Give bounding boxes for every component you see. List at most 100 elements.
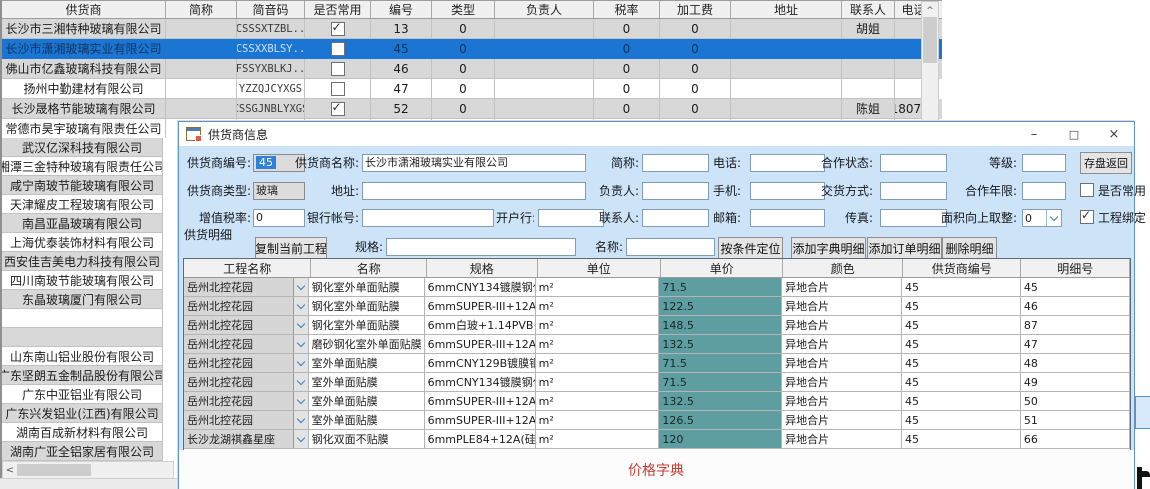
- cell-supplier-id[interactable]: 45: [902, 354, 1021, 373]
- list-item[interactable]: 东晶玻璃厦门有限公司: [2, 290, 180, 309]
- cell-supplier-id[interactable]: 45: [902, 297, 1021, 316]
- cell-id[interactable]: 52: [371, 99, 432, 119]
- detail-row[interactable]: 岳州北控花园 室外单面贴膜 6mmCNY134镀膜钢化 m² 71.5 异地合片…: [184, 373, 1130, 392]
- common-use-checkbox-row[interactable]: 是否常用: [1080, 182, 1146, 198]
- cell-color[interactable]: 异地合片: [782, 392, 902, 411]
- cell-unit[interactable]: m²: [536, 411, 660, 430]
- detail-row[interactable]: 岳州北控花园 室外单面贴膜 6mmSUPER-III+12A(硅... m² 1…: [184, 392, 1130, 411]
- cell-supplier-id[interactable]: 45: [902, 278, 1021, 297]
- list-item-label[interactable]: 广东中亚铝业有限公司: [2, 385, 163, 404]
- cell-tax[interactable]: 0: [594, 19, 660, 39]
- common-checkbox[interactable]: [331, 82, 345, 96]
- column-header-price[interactable]: 单价: [661, 259, 783, 277]
- cell-tax[interactable]: 0: [594, 99, 660, 119]
- add-dictionary-detail-button[interactable]: 添加字典明细: [791, 237, 866, 259]
- cell-code[interactable]: YZZQJCYXGS: [237, 79, 305, 99]
- list-item-label[interactable]: 湖南百成新材料有限公司: [2, 423, 163, 442]
- list-item-label[interactable]: [2, 328, 163, 347]
- cell-color[interactable]: 异地合片: [782, 430, 902, 449]
- supplier-row[interactable]: 长沙市三湘特种玻璃有限公司 CSSSXTZBL.. 13 0 0 0 胡姐: [2, 19, 942, 39]
- cell-price[interactable]: 71.5: [659, 354, 782, 373]
- cell-code[interactable]: CSSGJNBLYXGS: [237, 99, 305, 119]
- cell-supplier-id[interactable]: 45: [902, 411, 1021, 430]
- project-combobox[interactable]: 岳州北控花园: [184, 278, 309, 297]
- cell-tax[interactable]: 0: [594, 79, 660, 99]
- cell-supplier[interactable]: 佛山市亿鑫玻璃科技有限公司: [2, 59, 166, 79]
- cell-contact[interactable]: 陈姐: [842, 99, 895, 119]
- cell-short[interactable]: [166, 19, 237, 39]
- cell-supplier-id[interactable]: 45: [902, 392, 1021, 411]
- cell-spec[interactable]: 6mmSUPER-III+12A(硅...: [425, 297, 536, 316]
- maximize-button[interactable]: □: [1054, 122, 1094, 146]
- list-item[interactable]: 广东中亚铝业有限公司: [2, 385, 180, 404]
- cell-supplier-id[interactable]: 45: [902, 373, 1021, 392]
- cell-unit[interactable]: m²: [536, 297, 660, 316]
- cell-spec[interactable]: 6mmCNY134镀膜钢化: [425, 373, 536, 392]
- project-bind-checkbox[interactable]: [1080, 210, 1094, 224]
- list-item[interactable]: 广东坚朗五金制品股份有限公司: [2, 366, 180, 385]
- cell-common[interactable]: [305, 79, 371, 99]
- list-item-label[interactable]: 天津耀皮工程玻璃有限公司: [2, 195, 163, 214]
- list-item-label[interactable]: 广东兴发铝业(江西)有限公司: [2, 404, 163, 423]
- dialog-title-bar[interactable]: 供货商信息 – □ ×: [179, 122, 1134, 146]
- supplier-row[interactable]: 扬州中勤建材有限公司 YZZQJCYXGS 47 0 0 0: [2, 79, 942, 99]
- cell-address[interactable]: [731, 39, 842, 59]
- cell-type[interactable]: 0: [432, 19, 495, 39]
- column-header-supplier-id[interactable]: 供货商编号: [903, 259, 1022, 277]
- area-round-up-combobox[interactable]: 0: [1022, 209, 1062, 227]
- cell-unit[interactable]: m²: [536, 354, 660, 373]
- locate-by-condition-button[interactable]: 按条件定位: [718, 237, 783, 259]
- list-item[interactable]: 四川南玻节能玻璃有限公司: [2, 271, 180, 290]
- spec-filter-input[interactable]: [386, 238, 576, 256]
- cell-price[interactable]: 120: [659, 430, 782, 449]
- scrollbar-thumb[interactable]: [923, 17, 937, 63]
- cell-manager[interactable]: [495, 59, 594, 79]
- cell-code[interactable]: FSSYXBLKJ..: [237, 59, 305, 79]
- column-header-spec[interactable]: 规格: [427, 259, 538, 277]
- column-header-supplier[interactable]: 供货商: [2, 1, 166, 18]
- cell-type[interactable]: 0: [432, 79, 495, 99]
- chevron-down-icon[interactable]: [293, 316, 308, 334]
- list-item[interactable]: 广东兴发铝业(江西)有限公司: [2, 404, 180, 423]
- list-item-label[interactable]: 南昌亚晶玻璃有限公司: [2, 214, 163, 233]
- chevron-down-icon[interactable]: [1046, 210, 1061, 226]
- cell-detail-id[interactable]: 47: [1021, 335, 1130, 354]
- list-item[interactable]: 天津耀皮工程玻璃有限公司: [2, 195, 180, 214]
- list-item[interactable]: 武汉亿深科技有限公司: [2, 138, 180, 157]
- cell-color[interactable]: 异地合片: [782, 278, 902, 297]
- cell-code[interactable]: CSSXXBLSY..: [237, 39, 305, 59]
- list-item-label[interactable]: 广东坚朗五金制品股份有限公司: [2, 366, 163, 385]
- cell-price[interactable]: 122.5: [659, 297, 782, 316]
- project-combobox[interactable]: 岳州北控花园: [184, 316, 309, 335]
- column-header-type[interactable]: 类型: [432, 1, 495, 18]
- chevron-down-icon[interactable]: [293, 335, 308, 353]
- list-item-label[interactable]: [2, 309, 163, 328]
- cell-supplier[interactable]: 常德市昊宇玻璃有限责任公司: [2, 119, 166, 139]
- chevron-down-icon[interactable]: [293, 392, 308, 410]
- cell-contact[interactable]: [842, 79, 895, 99]
- project-combobox[interactable]: 岳州北控花园: [184, 373, 309, 392]
- scrollbar-thumb[interactable]: [17, 464, 91, 476]
- list-item[interactable]: [2, 328, 180, 347]
- cell-code[interactable]: CSSSXTZBL..: [237, 19, 305, 39]
- cell-price[interactable]: 148.5: [659, 316, 782, 335]
- cell-spec[interactable]: 6mmPLE84+12A(硅酮胶...: [425, 430, 536, 449]
- column-header-tax[interactable]: 税率: [594, 1, 660, 18]
- project-combobox[interactable]: 岳州北控花园: [184, 354, 309, 373]
- list-item[interactable]: 湖南百成新材料有限公司: [2, 423, 180, 442]
- project-combobox[interactable]: 岳州北控花园: [184, 411, 309, 430]
- cell-detail-id[interactable]: 48: [1021, 354, 1130, 373]
- cell-common[interactable]: [305, 59, 371, 79]
- cell-unit[interactable]: m²: [536, 316, 660, 335]
- cell-address[interactable]: [731, 99, 842, 119]
- cell-manager[interactable]: [495, 79, 594, 99]
- name-filter-input[interactable]: [626, 238, 715, 256]
- cell-color[interactable]: 异地合片: [782, 335, 902, 354]
- cell-common[interactable]: [305, 99, 371, 119]
- list-item-label[interactable]: 山东南山铝业股份有限公司: [2, 347, 163, 366]
- column-header-unit[interactable]: 单位: [538, 259, 661, 277]
- cell-short[interactable]: [166, 59, 237, 79]
- save-return-button[interactable]: 存盘返回: [1080, 152, 1132, 174]
- list-item[interactable]: 上海优泰装饰材料有限公司: [2, 233, 180, 252]
- cell-supplier-id[interactable]: 45: [902, 316, 1021, 335]
